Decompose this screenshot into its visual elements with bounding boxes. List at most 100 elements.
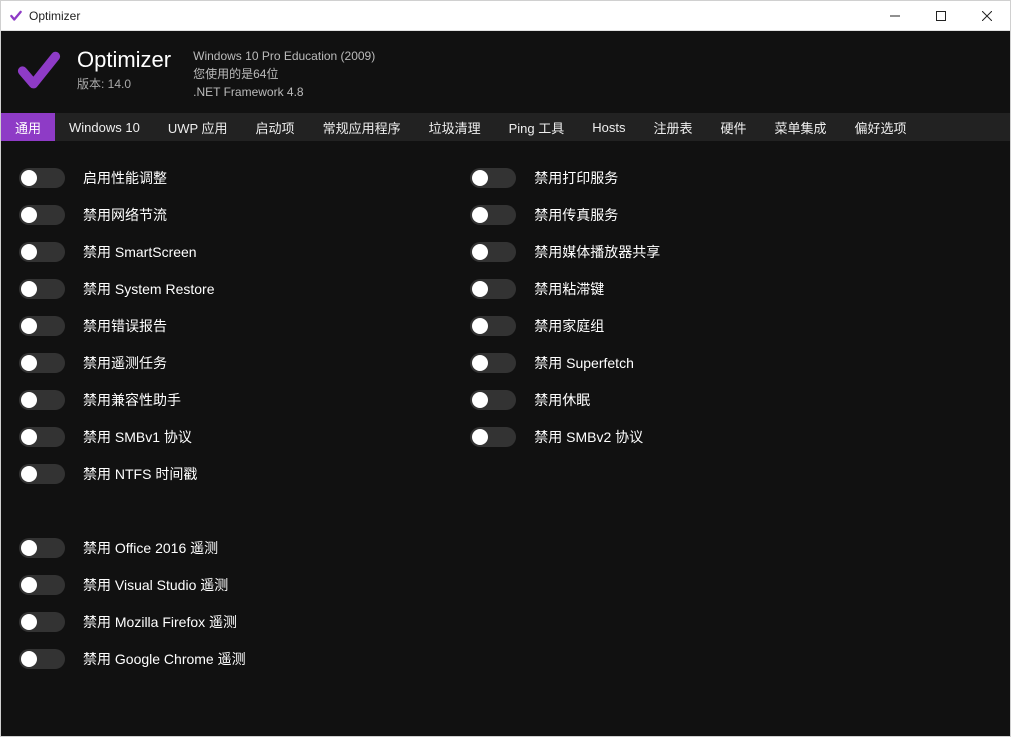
left-row-8: 禁用 NTFS 时间戳 (19, 455, 470, 492)
left2-row-1: 禁用 Visual Studio 遥测 (19, 566, 470, 603)
left-toggle-1[interactable] (19, 205, 65, 225)
left-row-7: 禁用 SMBv1 协议 (19, 418, 470, 455)
left-label-0: 启用性能调整 (83, 168, 167, 188)
toggle-knob (21, 244, 37, 260)
left-toggle-8[interactable] (19, 464, 65, 484)
app-version: 版本: 14.0 (77, 75, 171, 92)
toggle-knob (21, 170, 37, 186)
toggle-knob (472, 281, 488, 297)
tab-11[interactable]: 偏好选项 (841, 113, 921, 141)
tab-bar: 通用Windows 10UWP 应用启动项常规应用程序垃圾清理Ping 工具Ho… (1, 113, 1010, 141)
right-toggle-5[interactable] (470, 353, 516, 373)
right-row-3: 禁用粘滞键 (470, 270, 921, 307)
tab-4[interactable]: 常规应用程序 (309, 113, 415, 141)
app-window: Optimizer Optimizer 版本: 14.0 Windows 10 (0, 0, 1011, 737)
right-label-2: 禁用媒体播放器共享 (534, 242, 660, 262)
left2-row-2: 禁用 Mozilla Firefox 遥测 (19, 603, 470, 640)
maximize-button[interactable] (918, 1, 964, 30)
app-name-block: Optimizer 版本: 14.0 (77, 45, 171, 92)
right-row-0: 禁用打印服务 (470, 159, 921, 196)
os-line: Windows 10 Pro Education (2009) (193, 47, 375, 65)
right-row-6: 禁用休眠 (470, 381, 921, 418)
left-row-6: 禁用兼容性助手 (19, 381, 470, 418)
toggle-knob (472, 244, 488, 260)
left2-label-3: 禁用 Google Chrome 遥测 (83, 649, 246, 669)
left-label-4: 禁用错误报告 (83, 316, 167, 336)
left-row-2: 禁用 SmartScreen (19, 233, 470, 270)
arch-line: 您使用的是64位 (193, 65, 375, 83)
toggle-knob (21, 207, 37, 223)
tab-7[interactable]: Hosts (578, 113, 639, 141)
content: 启用性能调整禁用网络节流禁用 SmartScreen 禁用 System Rest… (1, 141, 1010, 736)
toggle-knob (21, 466, 37, 482)
settings-column-right: 禁用打印服务禁用传真服务禁用媒体播放器共享禁用粘滞键禁用家庭组禁用 Superf… (470, 159, 921, 726)
left-toggle-7[interactable] (19, 427, 65, 447)
right-row-4: 禁用家庭组 (470, 307, 921, 344)
tab-1[interactable]: Windows 10 (55, 113, 154, 141)
right-toggle-4[interactable] (470, 316, 516, 336)
toggle-knob (21, 651, 37, 667)
tab-8[interactable]: 注册表 (639, 113, 706, 141)
right-toggle-1[interactable] (470, 205, 516, 225)
left2-toggle-0[interactable] (19, 538, 65, 558)
settings-column-left: 启用性能调整禁用网络节流禁用 SmartScreen 禁用 System Rest… (19, 159, 470, 726)
right-label-3: 禁用粘滞键 (534, 279, 604, 299)
toggle-knob (21, 355, 37, 371)
system-info: Windows 10 Pro Education (2009) 您使用的是64位… (193, 47, 375, 101)
left-toggle-3[interactable] (19, 279, 65, 299)
tab-5[interactable]: 垃圾清理 (415, 113, 495, 141)
net-line: .NET Framework 4.8 (193, 83, 375, 101)
left-row-1: 禁用网络节流 (19, 196, 470, 233)
right-toggle-3[interactable] (470, 279, 516, 299)
left-toggle-6[interactable] (19, 390, 65, 410)
right-row-2: 禁用媒体播放器共享 (470, 233, 921, 270)
left-toggle-2[interactable] (19, 242, 65, 262)
toggle-knob (472, 355, 488, 371)
left-toggle-0[interactable] (19, 168, 65, 188)
tab-9[interactable]: 硬件 (706, 113, 760, 141)
toggle-knob (21, 614, 37, 630)
toggle-knob (21, 392, 37, 408)
left-row-0: 启用性能调整 (19, 159, 470, 196)
left2-toggle-3[interactable] (19, 649, 65, 669)
left2-row-0: 禁用 Office 2016 遥测 (19, 529, 470, 566)
toggle-knob (21, 429, 37, 445)
left-toggle-5[interactable] (19, 353, 65, 373)
titlebar: Optimizer (1, 1, 1010, 31)
left2-label-0: 禁用 Office 2016 遥测 (83, 538, 218, 558)
left-label-3: 禁用 System Restore (83, 279, 214, 299)
right-label-0: 禁用打印服务 (534, 168, 618, 188)
toggle-knob (472, 318, 488, 334)
left-label-5: 禁用遥测任务 (83, 353, 167, 373)
right-row-5: 禁用 Superfetch (470, 344, 921, 381)
toggle-knob (472, 392, 488, 408)
left2-toggle-1[interactable] (19, 575, 65, 595)
toggle-knob (472, 429, 488, 445)
left-label-7: 禁用 SMBv1 协议 (83, 427, 192, 447)
right-label-4: 禁用家庭组 (534, 316, 604, 336)
right-label-1: 禁用传真服务 (534, 205, 618, 225)
app-name: Optimizer (77, 47, 171, 73)
tab-2[interactable]: UWP 应用 (154, 113, 242, 141)
left-toggle-4[interactable] (19, 316, 65, 336)
right-toggle-2[interactable] (470, 242, 516, 262)
left2-toggle-2[interactable] (19, 612, 65, 632)
close-button[interactable] (964, 1, 1010, 30)
right-toggle-7[interactable] (470, 427, 516, 447)
minimize-button[interactable] (872, 1, 918, 30)
left-row-3: 禁用 System Restore (19, 270, 470, 307)
tab-10[interactable]: 菜单集成 (761, 113, 841, 141)
toggle-knob (21, 540, 37, 556)
right-toggle-0[interactable] (470, 168, 516, 188)
left2-label-2: 禁用 Mozilla Firefox 遥测 (83, 612, 237, 632)
tab-3[interactable]: 启动项 (242, 113, 309, 141)
right-label-6: 禁用休眠 (534, 390, 590, 410)
right-row-7: 禁用 SMBv2 协议 (470, 418, 921, 455)
header: Optimizer 版本: 14.0 Windows 10 Pro Educat… (1, 31, 1010, 113)
tab-6[interactable]: Ping 工具 (495, 113, 579, 141)
left-row-5: 禁用遥测任务 (19, 344, 470, 381)
tab-0[interactable]: 通用 (1, 113, 55, 141)
right-toggle-6[interactable] (470, 390, 516, 410)
app-body: Optimizer 版本: 14.0 Windows 10 Pro Educat… (1, 31, 1010, 736)
left-row-4: 禁用错误报告 (19, 307, 470, 344)
